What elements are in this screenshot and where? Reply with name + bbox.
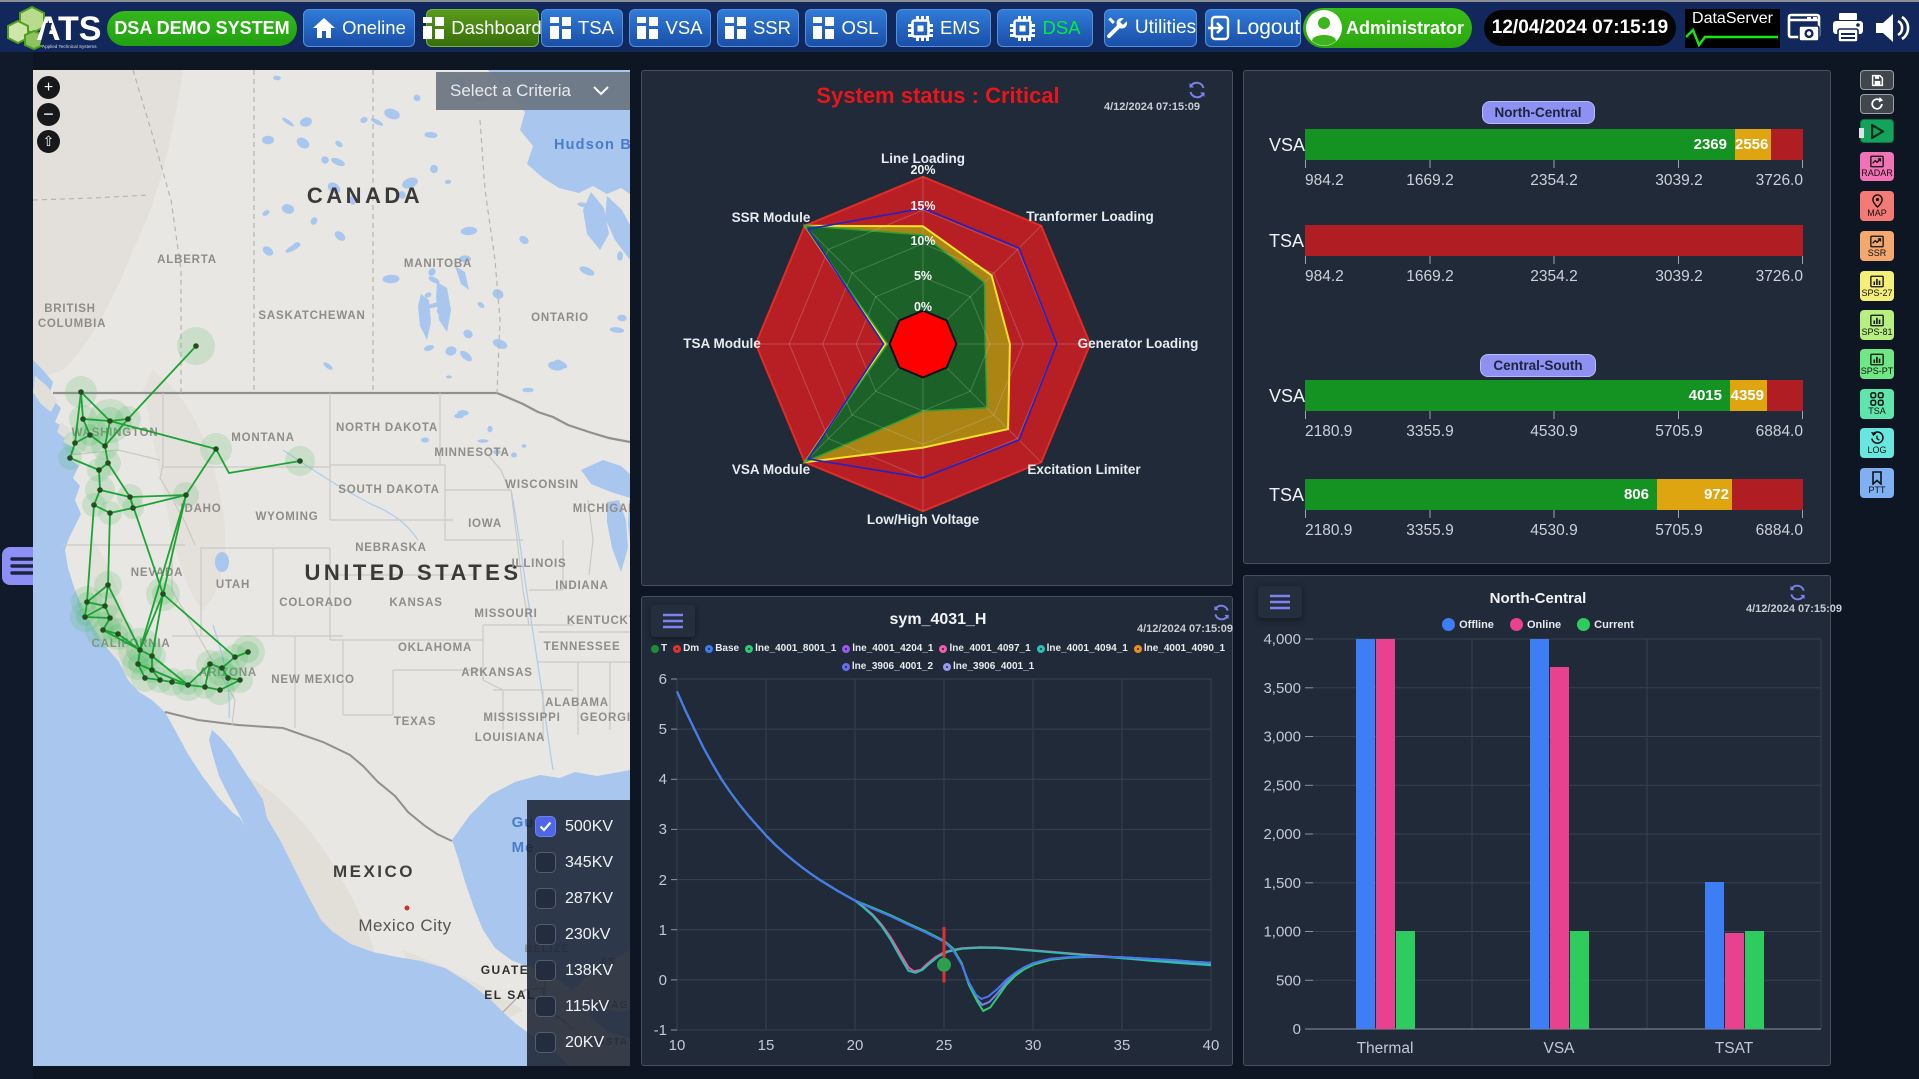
svg-text:MONTANA: MONTANA	[231, 432, 295, 444]
svg-text:1,500: 1,500	[1263, 875, 1301, 892]
svg-text:ILLINOIS: ILLINOIS	[512, 558, 567, 570]
svg-text:IOWA: IOWA	[468, 518, 502, 530]
svg-text:TSAT: TSAT	[1715, 1040, 1754, 1057]
svg-text:ARKANSAS: ARKANSAS	[461, 667, 533, 679]
svg-text:2: 2	[659, 872, 667, 889]
svg-text:ONTARIO: ONTARIO	[531, 312, 589, 324]
svg-text:0: 0	[659, 972, 667, 989]
svg-text:4: 4	[659, 771, 667, 788]
svg-text:MEXICO: MEXICO	[333, 862, 415, 881]
svg-text:SSR Module: SSR Module	[732, 210, 811, 225]
svg-text:NORTH DAKOTA: NORTH DAKOTA	[336, 422, 438, 434]
svg-text:Mexico City: Mexico City	[358, 916, 451, 935]
svg-text:6: 6	[659, 671, 667, 688]
svg-text:NEBRASKA: NEBRASKA	[355, 542, 427, 554]
svg-text:MICHIGAN: MICHIGAN	[573, 503, 630, 515]
svg-text:GUATE: GUATE	[481, 963, 530, 977]
svg-text:Low/High Voltage: Low/High Voltage	[867, 512, 980, 527]
svg-text:35: 35	[1114, 1037, 1131, 1054]
svg-text:2,000: 2,000	[1263, 826, 1301, 843]
svg-text:MISSISSIPPI: MISSISSIPPI	[483, 712, 560, 724]
svg-text:MISSOURI: MISSOURI	[474, 608, 537, 620]
svg-text:TENNESSEE: TENNESSEE	[544, 641, 621, 653]
svg-text:30: 30	[1025, 1037, 1042, 1054]
svg-text:Hudson B: Hudson B	[554, 137, 630, 153]
svg-text:UTAH: UTAH	[216, 579, 250, 591]
svg-text:40: 40	[1203, 1037, 1220, 1054]
svg-text:VSA: VSA	[1543, 1040, 1575, 1057]
svg-text:0%: 0%	[914, 300, 932, 314]
svg-text:ALABAMA: ALABAMA	[545, 697, 609, 709]
svg-text:UNITED STATES: UNITED STATES	[304, 560, 521, 585]
svg-text:Excitation Limiter: Excitation Limiter	[1027, 462, 1141, 477]
svg-text:15: 15	[758, 1037, 775, 1054]
svg-text:OKLAHOMA: OKLAHOMA	[398, 642, 472, 654]
svg-text:Tranformer Loading: Tranformer Loading	[1026, 209, 1154, 224]
svg-text:ALBERTA: ALBERTA	[157, 254, 217, 266]
svg-text:NEW MEXICO: NEW MEXICO	[271, 674, 354, 686]
svg-text:-1: -1	[654, 1022, 667, 1039]
svg-text:2,500: 2,500	[1263, 777, 1301, 794]
svg-text:VSA Module: VSA Module	[732, 462, 811, 477]
svg-text:25: 25	[936, 1037, 953, 1054]
svg-text:10%: 10%	[910, 234, 935, 248]
svg-text:COLORADO: COLORADO	[279, 597, 352, 609]
svg-text:500: 500	[1276, 972, 1301, 989]
svg-text:3: 3	[659, 821, 667, 838]
svg-text:10: 10	[669, 1037, 686, 1054]
svg-text:MINNESOTA: MINNESOTA	[434, 447, 509, 459]
svg-text:1,000: 1,000	[1263, 924, 1301, 941]
svg-text:SASKATCHEWAN: SASKATCHEWAN	[258, 310, 365, 322]
svg-text:BRITISH: BRITISH	[44, 303, 96, 315]
svg-text:Applied Technical Systems: Applied Technical Systems	[42, 44, 97, 49]
svg-text:0: 0	[1293, 1021, 1301, 1038]
svg-text:4,000: 4,000	[1263, 631, 1301, 648]
svg-text:TSA Module: TSA Module	[683, 336, 761, 351]
svg-text:Thermal: Thermal	[1357, 1040, 1414, 1057]
svg-text:WISCONSIN: WISCONSIN	[505, 479, 579, 491]
svg-text:TEXAS: TEXAS	[394, 716, 436, 728]
svg-text:KANSAS: KANSAS	[389, 597, 442, 609]
svg-text:INDIANA: INDIANA	[555, 580, 609, 592]
svg-text:COLUMBIA: COLUMBIA	[38, 318, 106, 330]
svg-text:20: 20	[847, 1037, 864, 1054]
svg-text:1: 1	[659, 922, 667, 939]
svg-text:KENTUCKY: KENTUCKY	[567, 615, 630, 627]
svg-text:5: 5	[659, 721, 667, 738]
svg-text:GEORGIA: GEORGIA	[580, 712, 630, 724]
svg-text:Generator Loading: Generator Loading	[1078, 336, 1199, 351]
svg-text:3,000: 3,000	[1263, 729, 1301, 746]
svg-text:5%: 5%	[914, 269, 932, 283]
svg-text:CANADA: CANADA	[307, 183, 423, 208]
svg-text:MANITOBA: MANITOBA	[404, 258, 472, 270]
svg-text:SOUTH DAKOTA: SOUTH DAKOTA	[338, 484, 439, 496]
svg-text:LOUISIANA: LOUISIANA	[475, 732, 545, 744]
svg-text:3,500: 3,500	[1263, 680, 1301, 697]
svg-text:15%: 15%	[910, 199, 935, 213]
svg-text:WYOMING: WYOMING	[255, 511, 318, 523]
svg-text:20%: 20%	[910, 163, 935, 177]
